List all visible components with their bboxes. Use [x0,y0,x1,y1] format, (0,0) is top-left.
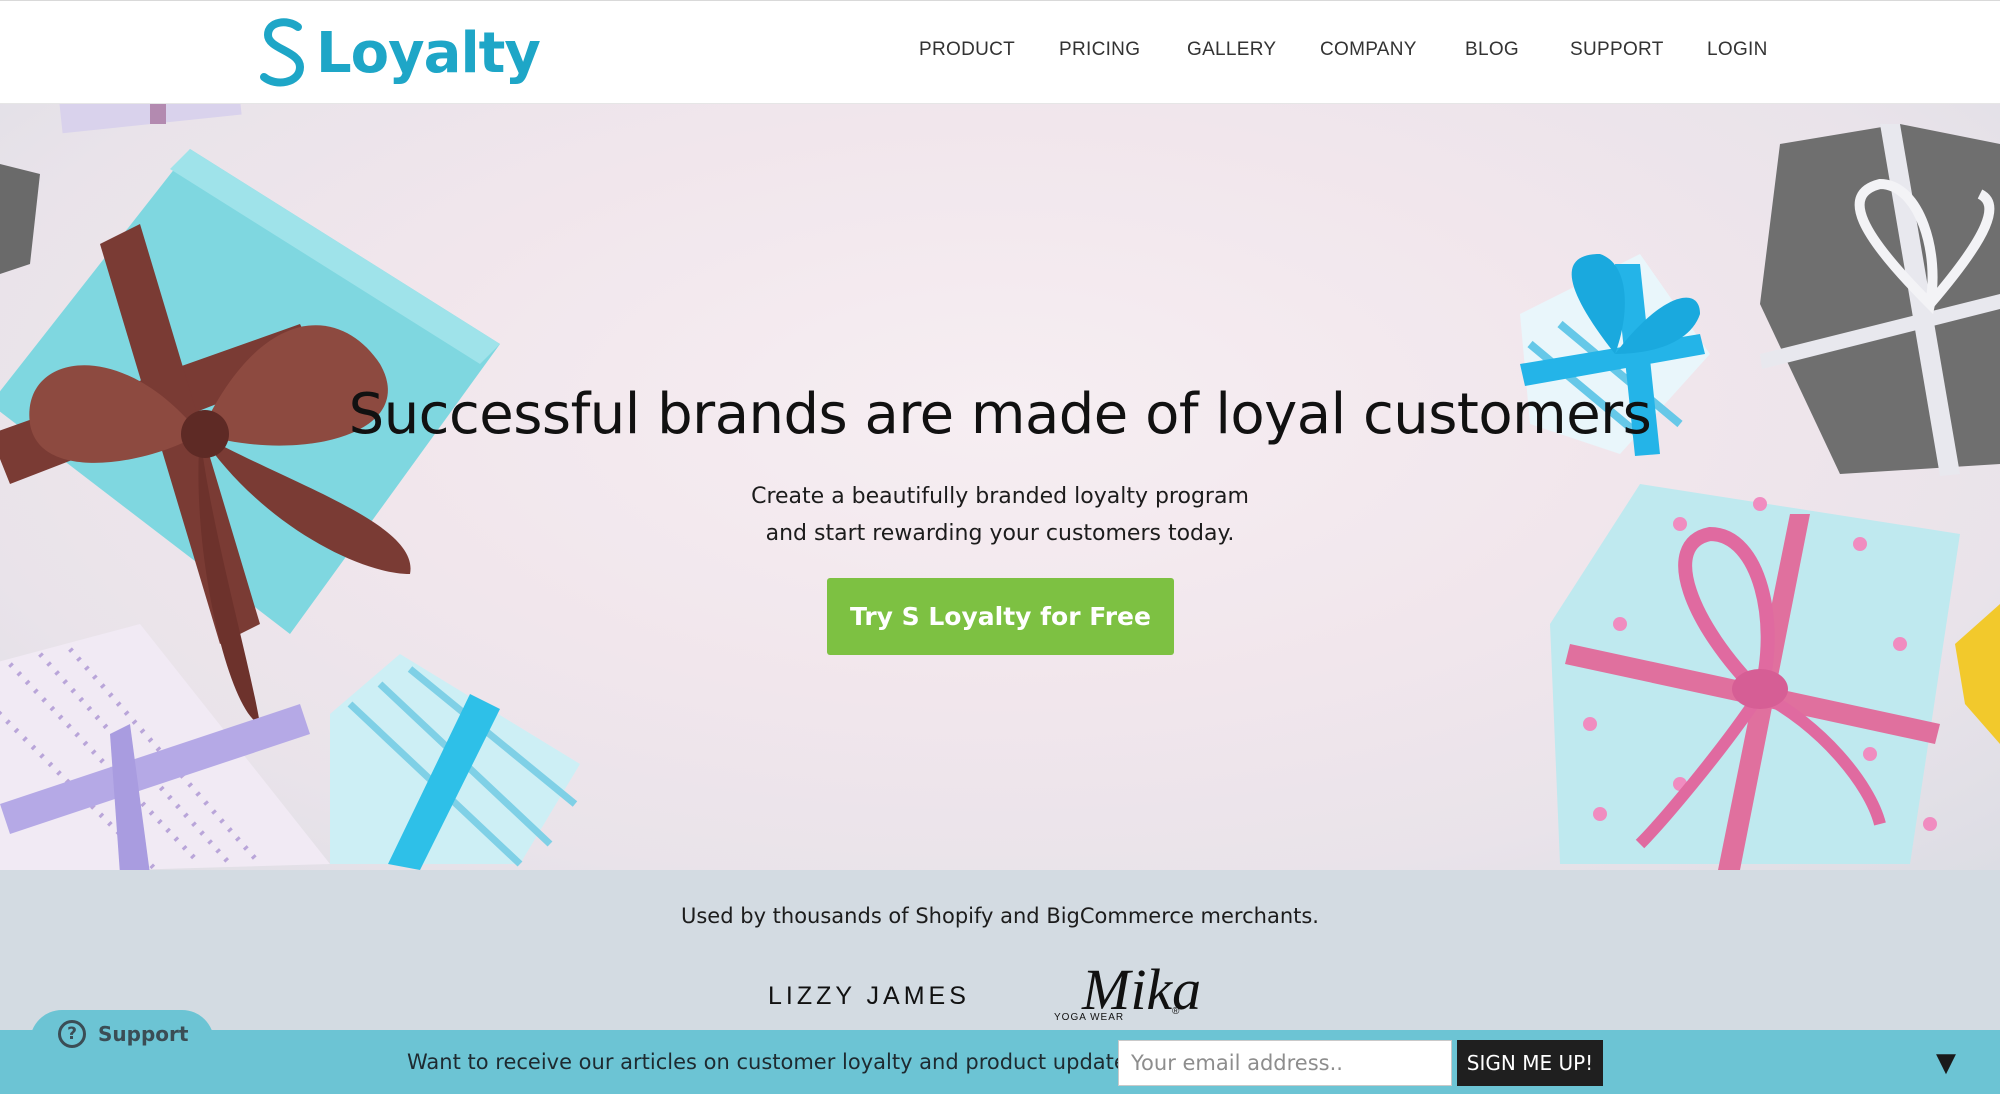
nav-login[interactable]: LOGIN [1707,39,1768,61]
mika-logo-tagline: YOGA WEAR [1054,1012,1125,1023]
nav-company[interactable]: COMPANY [1320,39,1417,61]
support-widget-button[interactable]: ? Support [30,1010,214,1074]
mika-registered-mark: ® [1172,1006,1180,1017]
mika-yoga-wear-logo: Mika YOGA WEAR ® [1054,957,1201,1028]
site-header: Loyalty PRODUCT PRICING GALLERY COMPANY … [0,0,2000,104]
newsletter-text: Want to receive our articles on customer… [407,1050,1149,1074]
try-free-button[interactable]: Try S Loyalty for Free [827,578,1174,655]
merchants-section: Used by thousands of Shopify and BigComm… [0,870,2000,1030]
hero-subtitle-line-2: and start rewarding your customers today… [765,521,1235,546]
nav-product[interactable]: PRODUCT [919,39,1015,61]
lizzy-james-logo: LIZZY JAMES [768,982,970,1010]
hero-subtitle: Create a beautifully branded loyalty pro… [0,478,2000,552]
newsletter-bar: Want to receive our articles on customer… [0,1030,2000,1094]
main-nav: PRODUCT PRICING GALLERY COMPANY BLOG SUP… [0,39,2000,69]
email-input[interactable] [1118,1040,1452,1086]
nav-pricing[interactable]: PRICING [1059,39,1140,61]
collapse-arrow-icon[interactable]: ▼ [1936,1048,1956,1078]
hero-title: Successful brands are made of loyal cust… [348,382,1652,447]
hero-subtitle-line-1: Create a beautifully branded loyalty pro… [751,484,1249,509]
support-widget-label: Support [98,1022,189,1046]
nav-blog[interactable]: BLOG [1465,39,1519,61]
nav-support[interactable]: SUPPORT [1570,39,1664,61]
nav-gallery[interactable]: GALLERY [1187,39,1276,61]
question-circle-icon: ? [58,1020,86,1048]
merchants-text: Used by thousands of Shopify and BigComm… [681,904,1319,928]
hero-section: Successful brands are made of loyal cust… [0,104,2000,870]
sign-up-button[interactable]: SIGN ME UP! [1457,1040,1603,1086]
